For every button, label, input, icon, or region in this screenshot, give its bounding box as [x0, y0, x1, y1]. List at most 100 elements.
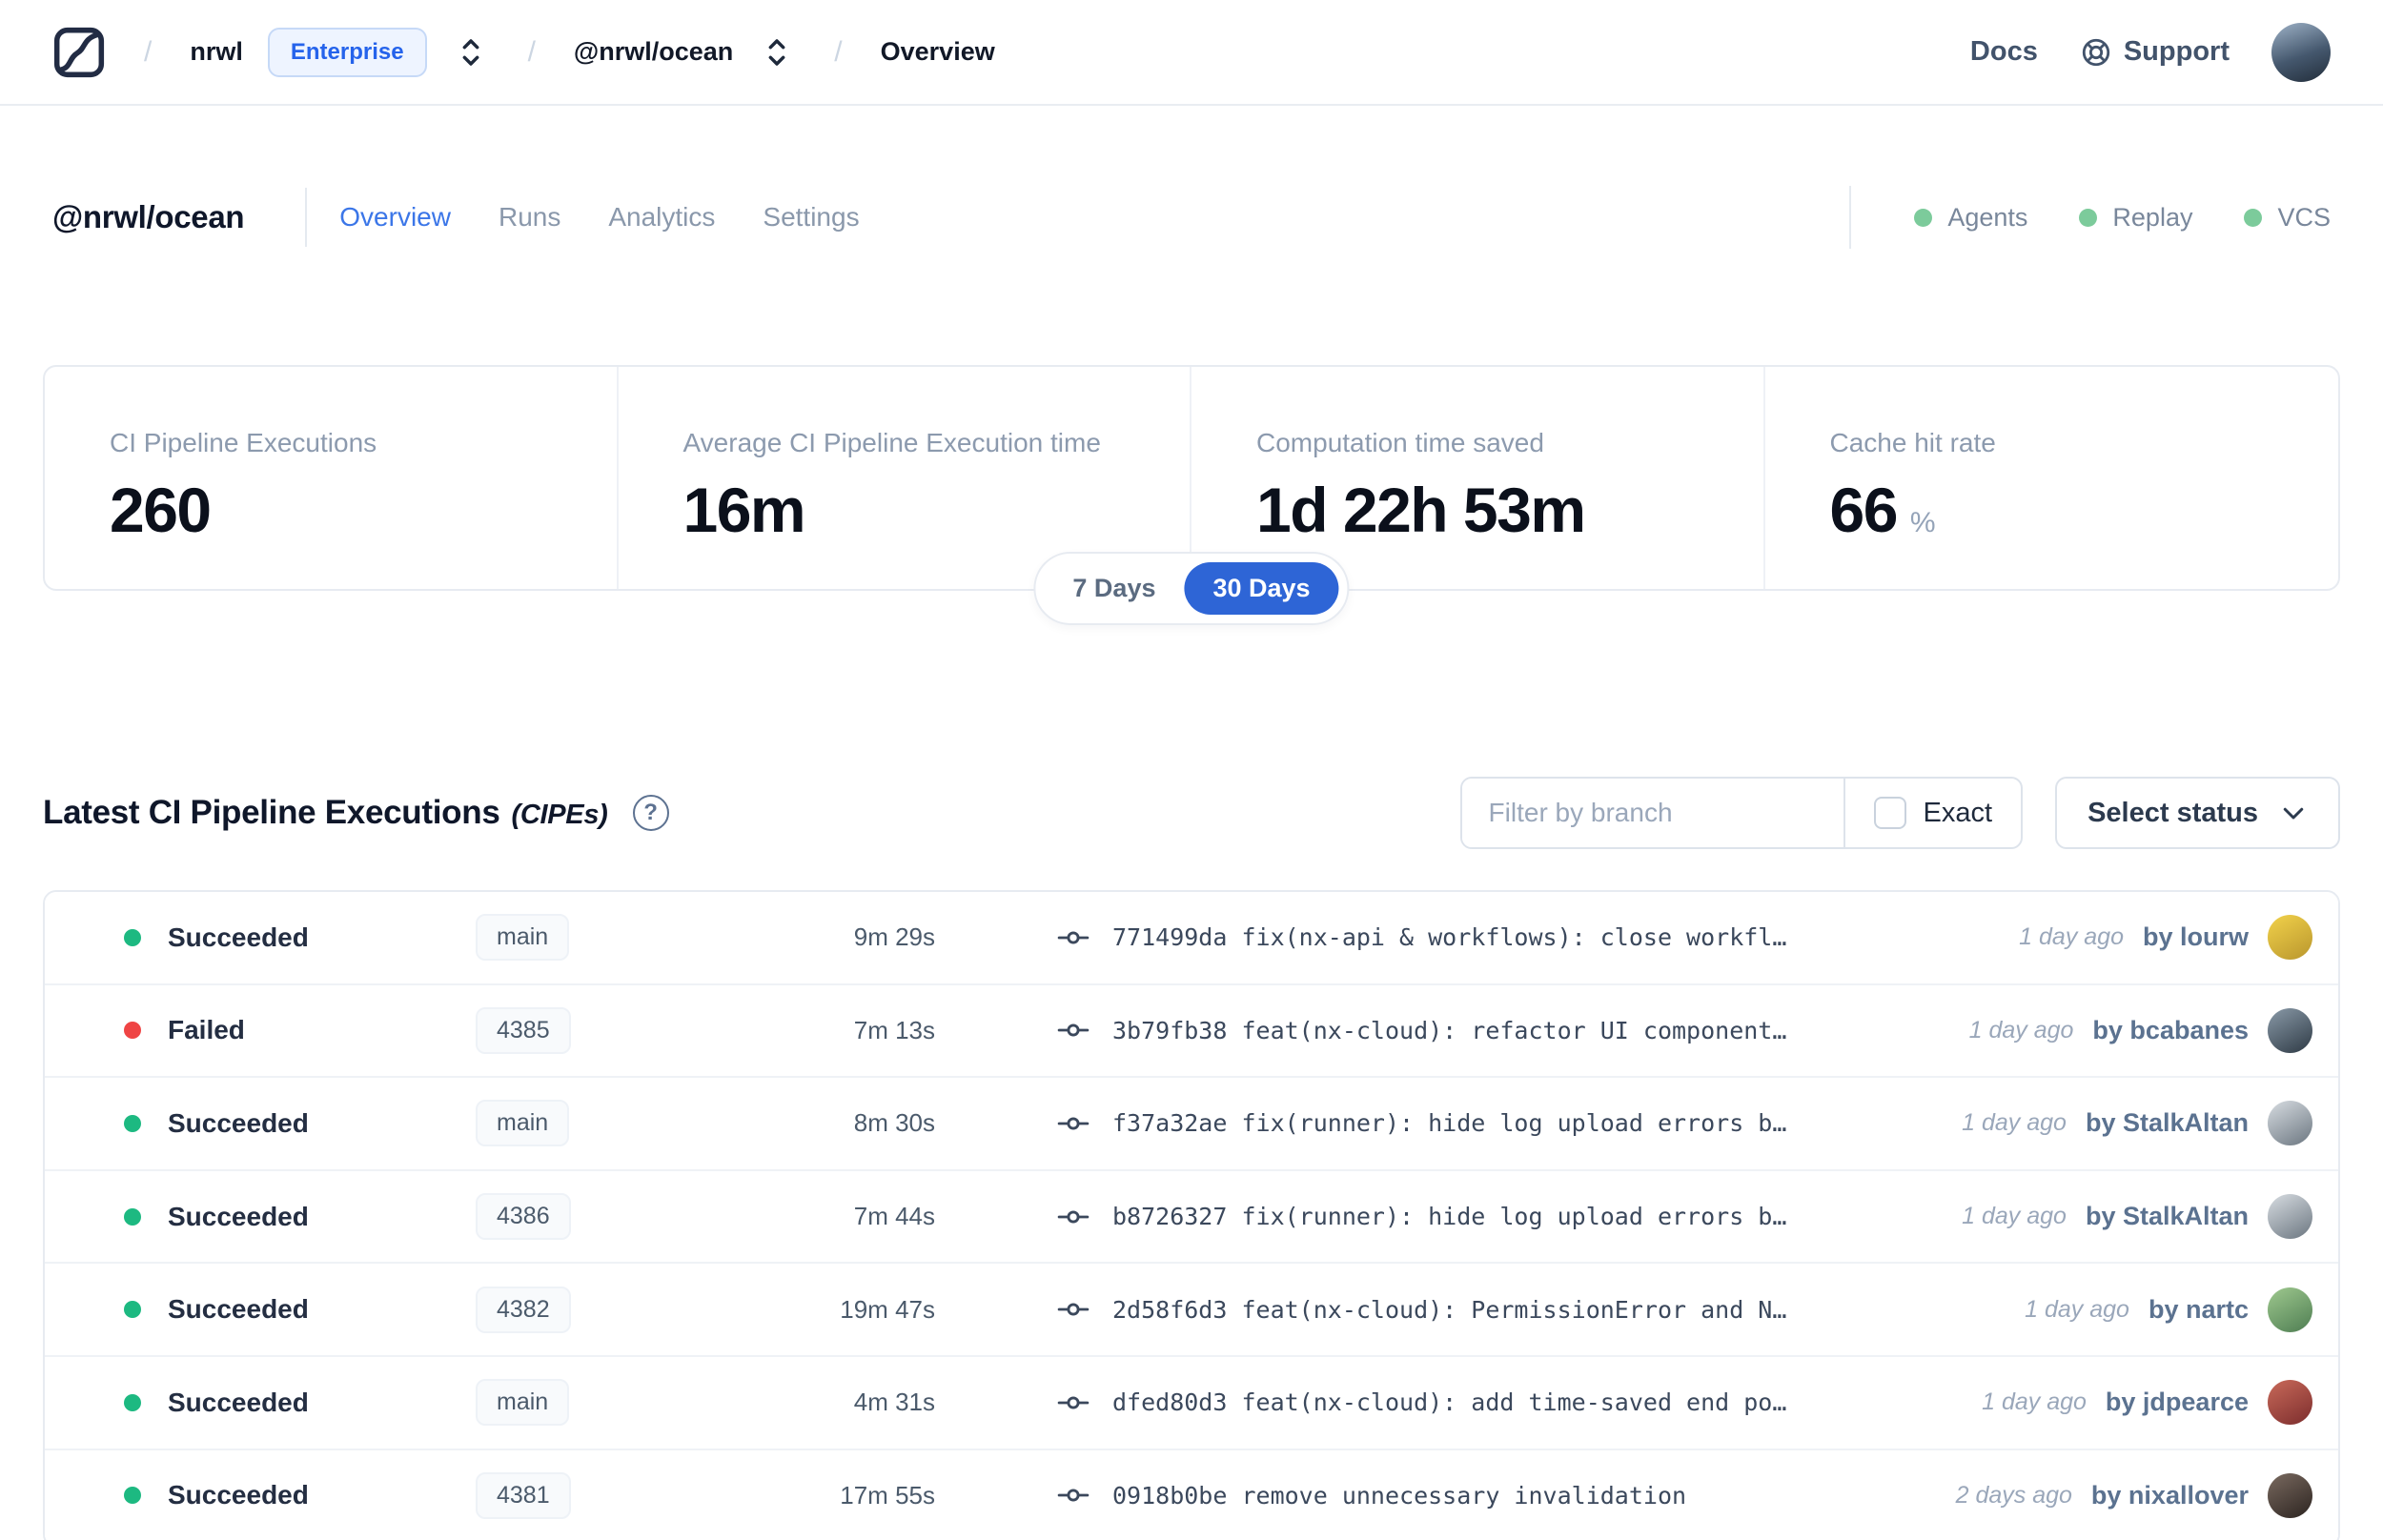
- duration-label: 4m 31s: [853, 1388, 935, 1417]
- range-7-days-button[interactable]: 7 Days: [1044, 562, 1184, 615]
- breadcrumb-org[interactable]: nrwl: [190, 37, 243, 67]
- avatar: [2268, 1380, 2312, 1426]
- workspace-selector-icon[interactable]: [758, 35, 796, 70]
- branch-badge[interactable]: 4382: [476, 1286, 571, 1333]
- row-meta: 1 day ago by StalkAltan: [1962, 1194, 2312, 1240]
- integration-replay[interactable]: Replay: [2079, 203, 2192, 233]
- branch-filter-input[interactable]: [1461, 779, 1843, 847]
- commit-cell: f37a32ae fix(runner): hide log upload er…: [935, 1107, 1962, 1140]
- breadcrumb-separator: /: [527, 35, 536, 68]
- author-label: by jdpearce: [2105, 1388, 2249, 1417]
- git-commit-icon: [1057, 922, 1090, 954]
- percent-suffix: %: [1909, 507, 1936, 538]
- breadcrumb-workspace[interactable]: @nrwl/ocean: [574, 37, 733, 67]
- branch-badge[interactable]: main: [476, 914, 570, 962]
- cipe-filters: Exact Select status: [1459, 777, 2340, 849]
- time-ago-label: 1 day ago: [2025, 1295, 2129, 1323]
- integration-agents[interactable]: Agents: [1914, 203, 2027, 233]
- integration-vcs[interactable]: VCS: [2244, 203, 2331, 233]
- cipe-section-header: Latest CI Pipeline Executions(CIPEs) ? E…: [0, 772, 2383, 854]
- author-label: by nixallover: [2090, 1480, 2249, 1510]
- time-ago-label: 1 day ago: [1968, 1016, 2074, 1044]
- divider: [305, 188, 308, 247]
- nx-cloud-logo-icon[interactable]: [52, 26, 106, 79]
- branch-badge[interactable]: main: [476, 1379, 570, 1427]
- avatar: [2268, 1101, 2312, 1146]
- tab-runs[interactable]: Runs: [499, 202, 560, 233]
- status-dot-icon: [2079, 208, 2098, 227]
- status-label: Succeeded: [168, 1107, 309, 1138]
- avatar: [2268, 1287, 2312, 1332]
- cipe-table-row[interactable]: Succeeded main 8m 30s f37a32ae fix(runne…: [45, 1078, 2338, 1171]
- row-meta: 1 day ago by nartc: [2025, 1287, 2312, 1332]
- workspace-header: @nrwl/ocean Overview Runs Analytics Sett…: [0, 184, 2383, 251]
- docs-link[interactable]: Docs: [1970, 36, 2038, 68]
- branch-badge[interactable]: 4386: [476, 1193, 571, 1241]
- range-30-days-button[interactable]: 30 Days: [1184, 562, 1339, 615]
- row-meta: 1 day ago by StalkAltan: [1962, 1101, 2312, 1146]
- status-dot: [124, 1487, 141, 1505]
- time-ago-label: 2 days ago: [1955, 1481, 2072, 1509]
- branch-filter-group: Exact: [1459, 777, 2024, 849]
- row-meta: 1 day ago by lourw: [2019, 915, 2312, 961]
- breadcrumb-separator: /: [834, 35, 843, 68]
- top-nav: Docs Support: [1970, 22, 2331, 82]
- commit-message[interactable]: 2d58f6d3 feat(nx-cloud): PermissionError…: [1112, 1296, 1786, 1324]
- status-label: Failed: [168, 1015, 245, 1045]
- top-bar: / nrwl Enterprise / @nrwl/ocean / Overvi…: [0, 0, 2383, 106]
- branch-badge[interactable]: main: [476, 1100, 570, 1147]
- duration-label: 17m 55s: [840, 1480, 935, 1510]
- author-label: by StalkAltan: [2085, 1202, 2249, 1231]
- commit-message[interactable]: b8726327 fix(runner): hide log upload er…: [1112, 1203, 1786, 1230]
- duration-label: 8m 30s: [853, 1108, 935, 1138]
- enterprise-badge[interactable]: Enterprise: [267, 27, 427, 77]
- exact-label: Exact: [1923, 797, 1993, 828]
- commit-message[interactable]: dfed80d3 feat(nx-cloud): add time-saved …: [1112, 1388, 1786, 1416]
- avatar: [2268, 1472, 2312, 1518]
- commit-cell: b8726327 fix(runner): hide log upload er…: [935, 1201, 1962, 1233]
- select-status-button[interactable]: Select status: [2055, 777, 2340, 849]
- tab-settings[interactable]: Settings: [763, 202, 859, 233]
- status-dot-icon: [1914, 208, 1933, 227]
- commit-message[interactable]: 771499da fix(nx-api & workflows): close …: [1112, 923, 1786, 951]
- cipe-table-row[interactable]: Succeeded 4381 17m 55s 0918b0be remove u…: [45, 1449, 2338, 1540]
- commit-message[interactable]: f37a32ae fix(runner): hide log upload er…: [1112, 1109, 1786, 1137]
- workspace-title: @nrwl/ocean: [52, 199, 245, 234]
- status-label: Succeeded: [168, 922, 309, 952]
- commit-cell: 771499da fix(nx-api & workflows): close …: [935, 922, 2019, 954]
- git-commit-icon: [1057, 1107, 1090, 1140]
- cipe-table-row[interactable]: Succeeded main 9m 29s 771499da fix(nx-ap…: [45, 892, 2338, 985]
- cipe-table-row[interactable]: Succeeded main 4m 31s dfed80d3 feat(nx-c…: [45, 1356, 2338, 1450]
- branch-badge[interactable]: 4381: [476, 1471, 571, 1519]
- tab-analytics[interactable]: Analytics: [608, 202, 715, 233]
- cipe-table-row[interactable]: Succeeded 4382 19m 47s 2d58f6d3 feat(nx-…: [45, 1264, 2338, 1357]
- commit-message[interactable]: 3b79fb38 feat(nx-cloud): refactor UI com…: [1112, 1017, 1786, 1044]
- status-dot: [124, 1114, 141, 1132]
- stats-section: CI Pipeline Executions 260 Average CI Pi…: [43, 365, 2340, 625]
- commit-message[interactable]: 0918b0be remove unnecessary invalidation: [1112, 1482, 1686, 1510]
- user-avatar[interactable]: [2271, 22, 2331, 82]
- row-meta: 1 day ago by jdpearce: [1982, 1380, 2312, 1426]
- tab-overview[interactable]: Overview: [339, 202, 451, 233]
- breadcrumb-separator: /: [144, 35, 153, 68]
- cipe-table-row[interactable]: Failed 4385 7m 13s 3b79fb38 feat(nx-clou…: [45, 984, 2338, 1079]
- time-ago-label: 1 day ago: [2019, 923, 2124, 951]
- status-dot: [124, 1393, 141, 1411]
- duration-label: 9m 29s: [853, 922, 935, 952]
- row-meta: 1 day ago by bcabanes: [1968, 1007, 2312, 1053]
- git-commit-icon: [1057, 1293, 1090, 1326]
- git-commit-icon: [1057, 1479, 1090, 1511]
- date-range-toggle: 7 Days 30 Days: [1033, 552, 1350, 625]
- author-label: by lourw: [2142, 922, 2249, 952]
- status-dot: [124, 928, 141, 946]
- org-selector-icon[interactable]: [452, 35, 490, 70]
- author-label: by nartc: [2148, 1294, 2249, 1324]
- support-link[interactable]: Support: [2080, 36, 2230, 69]
- help-icon[interactable]: ?: [632, 795, 669, 831]
- branch-badge[interactable]: 4385: [476, 1006, 571, 1054]
- commit-cell: 2d58f6d3 feat(nx-cloud): PermissionError…: [935, 1293, 2025, 1326]
- cipe-table-row[interactable]: Succeeded 4386 7m 44s b8726327 fix(runne…: [45, 1170, 2338, 1265]
- duration-label: 7m 13s: [853, 1015, 935, 1044]
- status-label: Succeeded: [168, 1387, 309, 1417]
- exact-checkbox[interactable]: [1873, 797, 1906, 829]
